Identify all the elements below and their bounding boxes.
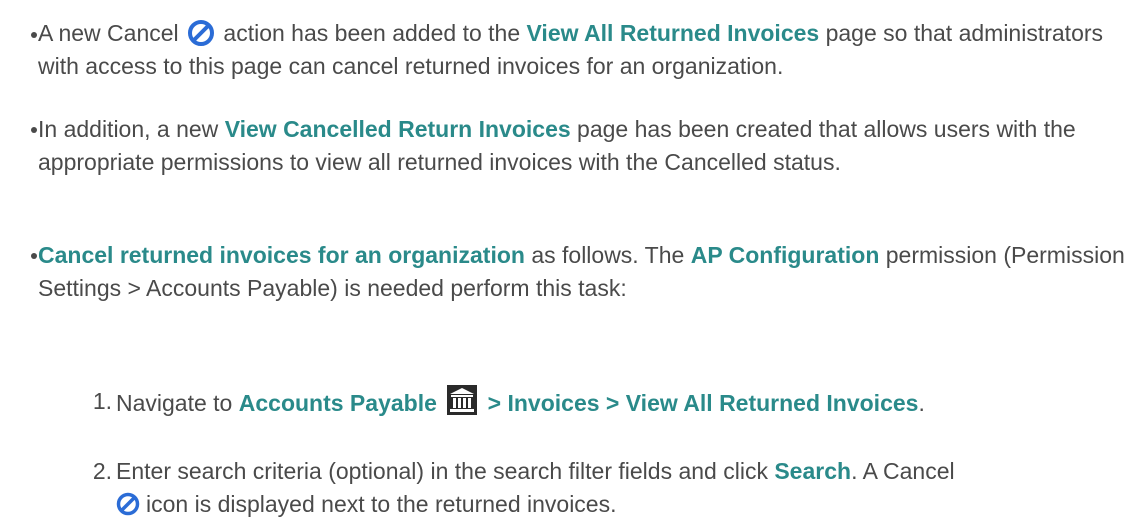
step-text: Navigate to [116,390,239,416]
page-name-link: View All Returned Invoices [526,20,820,46]
cancel-icon [116,492,140,516]
step-number: 1. [92,388,112,414]
menu-path-invoices: > Invoices > View All Returned Invoices [481,390,919,416]
bank-icon [447,385,478,415]
step-2: 2. Enter search criteria (optional) in t… [93,455,1136,521]
step-text: . [918,390,925,416]
cancel-icon [188,20,215,46]
search-button-label: Search [774,458,852,484]
step-text: . A Cancel [851,458,955,484]
bullet-text: A new Cancel [38,20,179,46]
menu-path-accounts-payable: Accounts Payable [238,390,437,416]
bullet-item-cancel-action: A new Cancel action has been added to th… [38,17,1133,83]
bullet-item-cancelled-page: In addition, a new View Cancelled Return… [38,113,1133,179]
permission-name: AP Configuration [690,242,880,268]
step-1: 1. Navigate to Accounts Payable > Invoic… [93,385,1136,420]
step-text: icon is displayed next to the returned i… [146,491,617,517]
bullet-text: In addition, a new [38,116,225,142]
page-name-link: View Cancelled Return Invoices [224,116,571,142]
bullet-item-cancel-procedure: Cancel returned invoices for an organiza… [38,239,1133,305]
procedure-title: Cancel returned invoices for an organiza… [38,242,525,268]
release-notes-document: A new Cancel action has been added to th… [0,0,1144,527]
bullet-text: as follows. The [524,242,691,268]
step-number: 2. [92,458,112,484]
step-text: Enter search criteria (optional) in the … [116,458,775,484]
bullet-text: action has been added to the [217,20,527,46]
